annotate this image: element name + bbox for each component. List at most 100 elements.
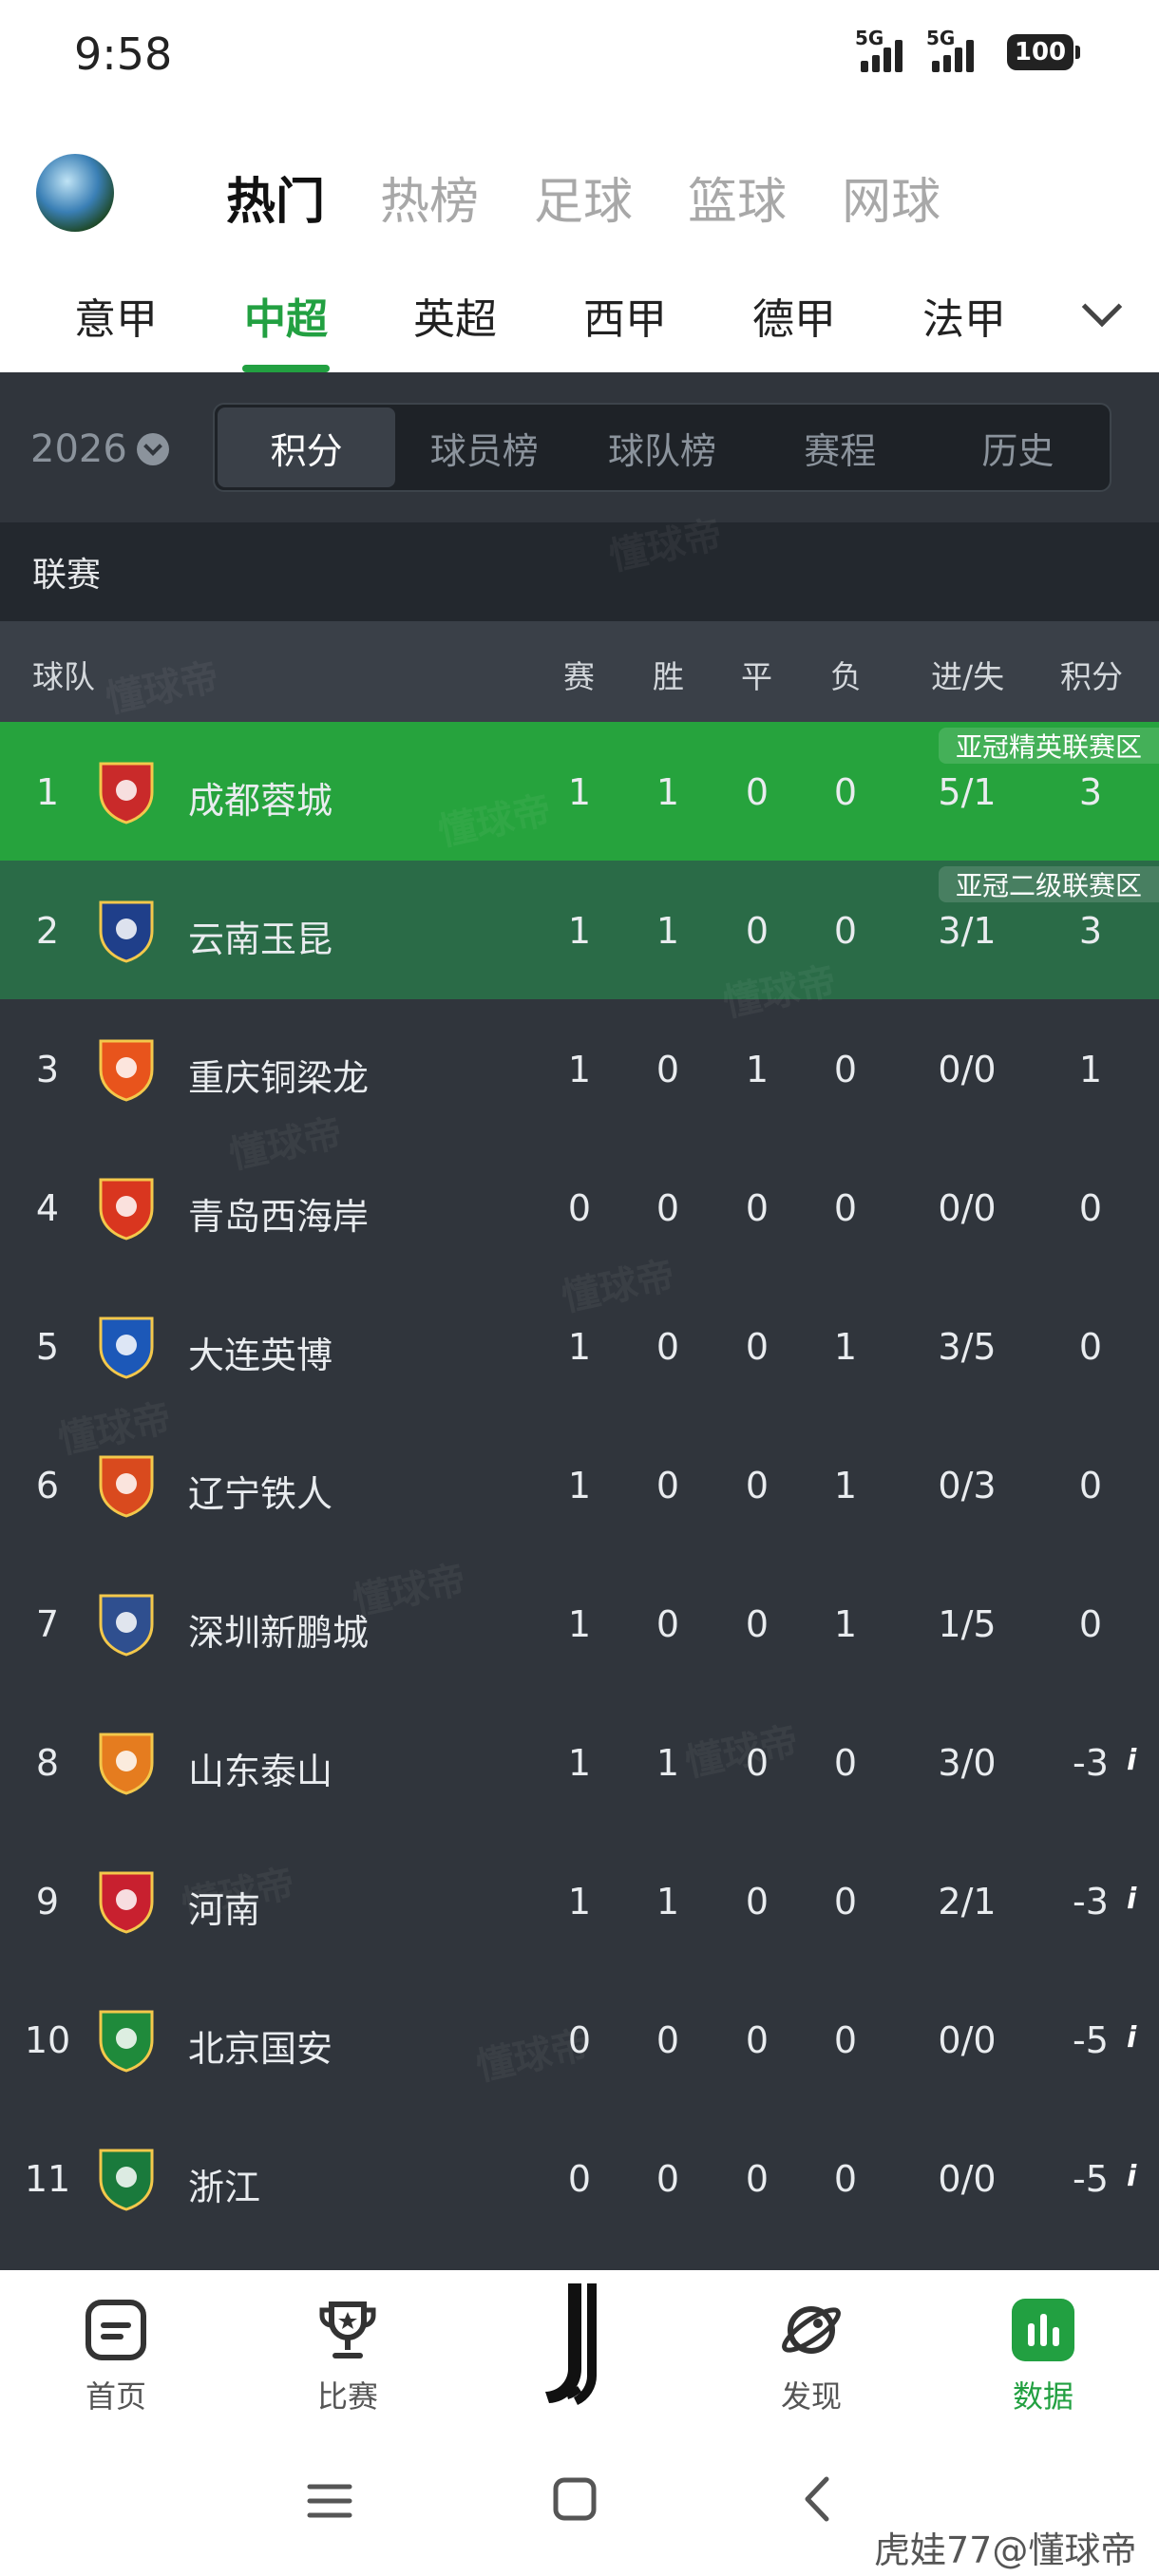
stat-played: 1: [567, 1742, 592, 1784]
team-name: 成都蓉城: [188, 780, 333, 822]
stat-won: 1: [656, 1742, 680, 1784]
tab-serie-a[interactable]: 意甲: [49, 285, 182, 346]
segment-team-rank[interactable]: 球队榜: [573, 407, 750, 487]
team-logo-icon: [99, 1733, 154, 1795]
planet-icon: [780, 2299, 843, 2361]
tab-trending[interactable]: 热榜: [380, 161, 479, 233]
stat-lost: 0: [833, 1049, 858, 1090]
tab-ligue-1[interactable]: 法甲: [898, 285, 1031, 346]
tab-hot[interactable]: 热门: [226, 161, 325, 233]
stat-lost: 0: [833, 2019, 858, 2061]
stat-lost: 0: [833, 1187, 858, 1229]
table-row[interactable]: 2 云南玉昆 1 1 0 0 3/1 3 亚冠二级联赛区: [0, 861, 1159, 999]
stat-won: 1: [656, 771, 680, 813]
tab-home[interactable]: 首页: [49, 2299, 182, 2416]
stat-lost: 0: [833, 910, 858, 952]
tab-tennis[interactable]: 网球: [842, 161, 940, 233]
segment-standings[interactable]: 积分: [218, 407, 396, 487]
team-name: 辽宁铁人: [188, 1473, 333, 1515]
stat-lost: 0: [833, 2158, 858, 2200]
info-icon[interactable]: i: [1127, 2021, 1136, 2055]
team-logo-icon: [99, 1316, 154, 1379]
stat-goals: 3/0: [938, 1742, 997, 1784]
table-row[interactable]: 1 成都蓉城 1 1 0 0 5/1 3 亚冠精英联赛区: [0, 722, 1159, 861]
stat-points: 0: [1078, 1187, 1103, 1229]
stat-points: -3: [1073, 1742, 1109, 1784]
stat-points: 0: [1078, 1603, 1103, 1645]
stat-played: 1: [567, 1326, 592, 1368]
stat-draw: 1: [745, 1049, 770, 1090]
tab-bundesliga[interactable]: 德甲: [728, 285, 861, 346]
zone-badge: 亚冠二级联赛区: [938, 866, 1159, 902]
tab-basketball[interactable]: 篮球: [688, 161, 787, 233]
stat-won: 0: [656, 1049, 680, 1090]
stat-played: 1: [567, 910, 592, 952]
battery-icon: 100: [1007, 34, 1080, 70]
stat-played: 0: [567, 1187, 592, 1229]
info-icon[interactable]: i: [1127, 1744, 1136, 1777]
team-rank: 10: [24, 2019, 71, 2061]
stat-points: -5: [1073, 2158, 1109, 2200]
table-row[interactable]: 5 大连英博 1 0 0 1 3/5 0: [0, 1277, 1159, 1415]
stat-played: 1: [567, 771, 592, 813]
avatar[interactable]: [36, 154, 114, 232]
table-row[interactable]: 4 青岛西海岸 0 0 0 0 0/0 0: [0, 1138, 1159, 1277]
team-logo-icon: [99, 1455, 154, 1518]
home-square-icon[interactable]: [551, 2475, 598, 2527]
table-row[interactable]: 9 河南 1 1 0 0 2/1 -3 i: [0, 1831, 1159, 1970]
tab-premier-league[interactable]: 英超: [389, 285, 522, 346]
tab-club[interactable]: [513, 2278, 646, 2411]
tab-matches[interactable]: 比赛: [281, 2299, 414, 2416]
stat-points: 0: [1078, 1326, 1103, 1368]
zone-badge: 亚冠精英联赛区: [938, 728, 1159, 764]
info-icon[interactable]: i: [1127, 1883, 1136, 1916]
chevron-down-icon[interactable]: [1081, 286, 1123, 328]
back-icon[interactable]: [798, 2475, 836, 2527]
table-row[interactable]: 8 山东泰山 1 1 0 0 3/0 -3 i: [0, 1693, 1159, 1831]
segment-schedule[interactable]: 赛程: [751, 407, 929, 487]
segment-player-rank[interactable]: 球员榜: [395, 407, 573, 487]
season-selector[interactable]: 2026: [30, 427, 169, 471]
team-name: 河南: [188, 1889, 261, 1931]
tab-matches-label: 比赛: [316, 2378, 378, 2415]
stat-draw: 0: [745, 771, 770, 813]
team-logo-icon: [99, 2010, 154, 2073]
tab-la-liga[interactable]: 西甲: [559, 285, 692, 346]
tab-discover[interactable]: 发现: [745, 2299, 878, 2416]
tab-football[interactable]: 足球: [534, 161, 633, 233]
stat-won: 0: [656, 1465, 680, 1506]
team-rank: 9: [35, 1881, 60, 1923]
tab-csl[interactable]: 中超: [219, 285, 352, 346]
stat-draw: 0: [745, 2019, 770, 2061]
team-logo-icon: [99, 900, 154, 963]
table-row[interactable]: 11 浙江 0 0 0 0 0/0 -5 i: [0, 2109, 1159, 2247]
bottom-tab-bar: 首页 比赛 发现 数据: [0, 2270, 1159, 2432]
stat-draw: 0: [745, 1187, 770, 1229]
table-row[interactable]: 7 深圳新鹏城 1 0 0 1 1/5 0: [0, 1554, 1159, 1693]
league-tabs: 意甲 中超 英超 西甲 德甲 法甲: [0, 256, 1159, 372]
stat-played: 1: [567, 1049, 592, 1090]
stat-goals: 0/3: [938, 1465, 997, 1506]
team-rank: 2: [35, 910, 60, 952]
team-rank: 1: [35, 771, 60, 813]
info-icon[interactable]: i: [1127, 2160, 1136, 2193]
team-name: 云南玉昆: [188, 919, 333, 960]
menu-icon[interactable]: [306, 2477, 353, 2529]
team-rank: 7: [35, 1603, 60, 1645]
signal-icon-2: 5G: [926, 27, 974, 72]
table-row[interactable]: 10 北京国安 0 0 0 0 0/0 -5 i: [0, 1970, 1159, 2109]
stat-points: -3: [1073, 1881, 1109, 1923]
segment-history[interactable]: 历史: [929, 407, 1107, 487]
stat-goals: 3/5: [938, 1326, 997, 1368]
tab-data[interactable]: 数据: [977, 2299, 1110, 2416]
stat-won: 1: [656, 910, 680, 952]
table-row[interactable]: 6 辽宁铁人 1 0 0 1 0/3 0: [0, 1415, 1159, 1554]
tab-home-label: 首页: [85, 2378, 146, 2415]
stat-lost: 0: [833, 771, 858, 813]
team-name: 山东泰山: [188, 1751, 333, 1792]
stat-won: 0: [656, 2158, 680, 2200]
table-row[interactable]: 3 重庆铜梁龙 1 0 1 0 0/0 1: [0, 999, 1159, 1138]
team-rank: 11: [24, 2158, 71, 2200]
system-nav-bar: 虎娃77@懂球帝: [0, 2432, 1159, 2576]
col-goals: 进/失: [931, 658, 1005, 695]
